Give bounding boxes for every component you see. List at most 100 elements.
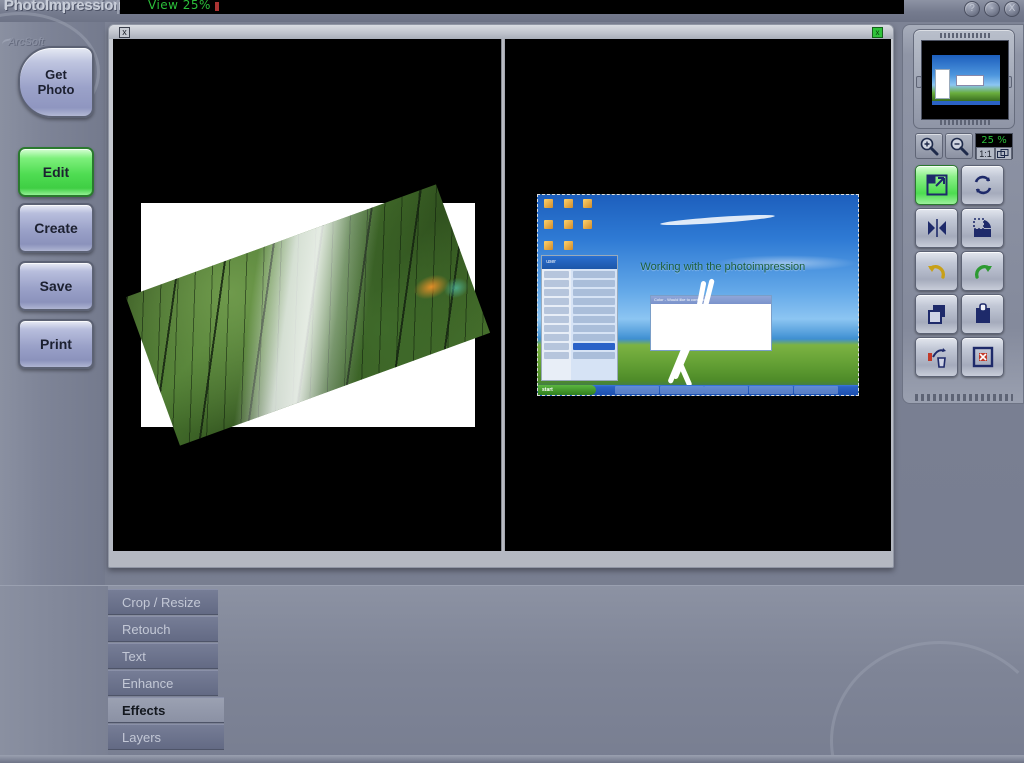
bottom-edge-strip (0, 755, 1024, 763)
sidebar-item-print[interactable]: Print (18, 319, 94, 369)
view-status-strip: View 25% (120, 0, 904, 14)
desktop-icon (563, 220, 573, 229)
image-pane-left[interactable] (113, 39, 501, 551)
clear-selection-tool[interactable] (961, 337, 1004, 377)
sidebar-label-get-photo: Get Photo (37, 67, 75, 97)
start-menu-row (544, 280, 569, 287)
sidebar-item-create[interactable]: Create (18, 203, 94, 253)
menu-item-layers[interactable]: Layers (108, 724, 224, 750)
desktop-screenshot-photo: Working with the photoimpression Color -… (537, 194, 859, 396)
bottom-panel: Crop / Resize Retouch Text Enhance Effec… (0, 585, 1024, 763)
sidebar-label-print: Print (40, 335, 72, 352)
start-menu-row (572, 352, 615, 359)
zoom-ratio-button[interactable]: 1:1 (976, 147, 995, 160)
menu-item-text[interactable]: Text (108, 643, 218, 669)
sidebar-item-save[interactable]: Save (18, 261, 94, 311)
start-menu-row (572, 271, 615, 278)
desktop-icon (563, 241, 573, 250)
start-menu-row (544, 271, 569, 278)
zoom-in-button[interactable] (915, 133, 943, 159)
flip-vertical-tool[interactable] (961, 208, 1004, 248)
start-menu-row (572, 307, 615, 314)
navigator-preview[interactable] (921, 40, 1009, 120)
start-menu-row (544, 343, 569, 350)
forest-photo (125, 184, 491, 446)
rotate-refresh-tool[interactable] (961, 165, 1004, 205)
desktop-icon (544, 220, 554, 229)
sidebar-item-get-photo[interactable]: Get Photo (18, 46, 94, 118)
start-menu-row (572, 289, 615, 296)
start-menu-row (544, 316, 569, 323)
navigator-ribs-bottom (940, 120, 990, 125)
desktop-icon (583, 199, 593, 208)
paste-tool[interactable] (961, 294, 1004, 334)
start-menu-row-highlighted (572, 343, 615, 350)
zoom-percent-value: 25 % (981, 135, 1007, 146)
fit-to-window-tool[interactable] (915, 165, 958, 205)
navigator-ribs-top (940, 33, 990, 38)
redo-tool[interactable] (961, 251, 1004, 291)
navigator-frame (913, 29, 1015, 129)
view-status-text: View 25% (148, 0, 211, 12)
start-menu-row (572, 280, 615, 287)
menu-item-effects[interactable]: Effects (108, 697, 224, 723)
screenshot-start-menu: user (541, 255, 618, 381)
taskbar-item (794, 386, 838, 394)
taskbar-item (704, 386, 749, 394)
sidebar-item-edit[interactable]: Edit (18, 147, 94, 197)
start-menu-row (544, 325, 569, 332)
zoom-readout: 25 % 1:1 (975, 133, 1013, 160)
tool-button-grid (915, 165, 1013, 377)
desktop-icons-group (544, 199, 608, 262)
navigator-thumbnail (932, 55, 1000, 105)
view-cursor (215, 2, 219, 11)
navigator-thumb-menu (934, 69, 950, 99)
canvas-window: x x Working with the photoimpression Col… (108, 24, 894, 568)
copy-tool[interactable] (915, 294, 958, 334)
screenshot-headline-text: Working with the photoimpression (640, 261, 806, 273)
zoom-bottom-row: 1:1 (976, 147, 1012, 160)
image-pane-right[interactable]: Working with the photoimpression Color -… (505, 39, 891, 551)
delete-tool[interactable] (915, 337, 958, 377)
flip-horizontal-tool[interactable] (915, 208, 958, 248)
close-button[interactable]: X (1004, 1, 1020, 17)
bottom-left-shelf (0, 586, 108, 763)
photo-white-sheet (125, 184, 491, 446)
help-button[interactable]: ? (964, 1, 980, 17)
canvas-area[interactable]: Working with the photoimpression Color -… (113, 39, 891, 551)
minimize-button[interactable]: - (984, 1, 1000, 17)
brand-logo: ArcSoft (8, 36, 45, 48)
fit-window-icon[interactable] (994, 147, 1012, 160)
taskbar-item (659, 386, 704, 394)
title-bar: PhotoImpression View 25% ? - X (0, 0, 1024, 22)
menu-item-retouch[interactable]: Retouch (108, 616, 218, 642)
undo-tool[interactable] (915, 251, 958, 291)
start-menu-row (572, 298, 615, 305)
title-separator (117, 0, 119, 14)
start-menu-row (572, 316, 615, 323)
paint-squiggle (668, 278, 715, 385)
start-menu-row (544, 307, 569, 314)
photoimpression-app: PhotoImpression View 25% ? - X ArcSoft G… (0, 0, 1024, 763)
start-menu-body (542, 269, 617, 380)
bottom-decorative-curve (830, 641, 1024, 763)
start-menu-header: user (542, 256, 617, 269)
start-menu-row (572, 334, 615, 341)
start-menu-row (544, 352, 569, 359)
screenshot-start-button: start (538, 385, 596, 395)
canvas-title-bar[interactable]: x x (109, 25, 893, 39)
zoom-controls: 25 % 1:1 (915, 133, 1013, 160)
cloud-shape (659, 212, 775, 228)
menu-item-crop-resize[interactable]: Crop / Resize (108, 589, 218, 615)
canvas-close-icon-left[interactable]: x (119, 27, 130, 38)
start-menu-left-column (542, 269, 571, 380)
effects-category-menu: Crop / Resize Retouch Text Enhance Effec… (108, 589, 224, 751)
menu-item-enhance[interactable]: Enhance (108, 670, 218, 696)
taskbar-item (749, 386, 794, 394)
sidebar-label-edit: Edit (42, 163, 70, 180)
navigator-thumb-window (956, 75, 984, 86)
sidebar-label-save: Save (39, 277, 73, 294)
zoom-out-button[interactable] (945, 133, 973, 159)
canvas-close-icon-right[interactable]: x (872, 27, 883, 38)
start-menu-row (544, 334, 569, 341)
